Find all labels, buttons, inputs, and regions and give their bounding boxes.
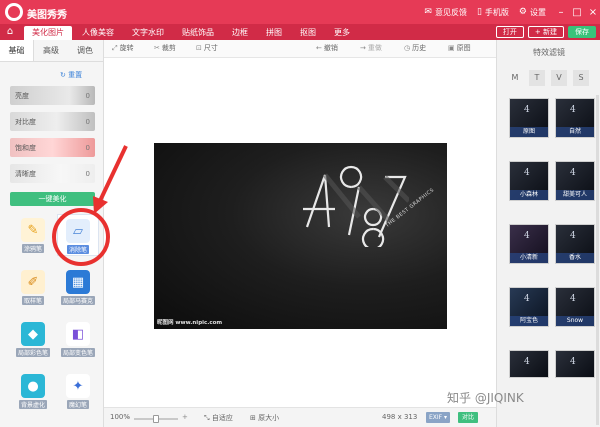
annotation-arrow (93, 145, 128, 214)
app-window: 美图秀秀 ✉ 意见反馈 ▯ 手机版 ⚙ 设置 – □ × ⌂ 美化图片 人像美容 文字… (0, 0, 600, 427)
zhihu-watermark: 知乎 @JIQINK (447, 391, 524, 405)
